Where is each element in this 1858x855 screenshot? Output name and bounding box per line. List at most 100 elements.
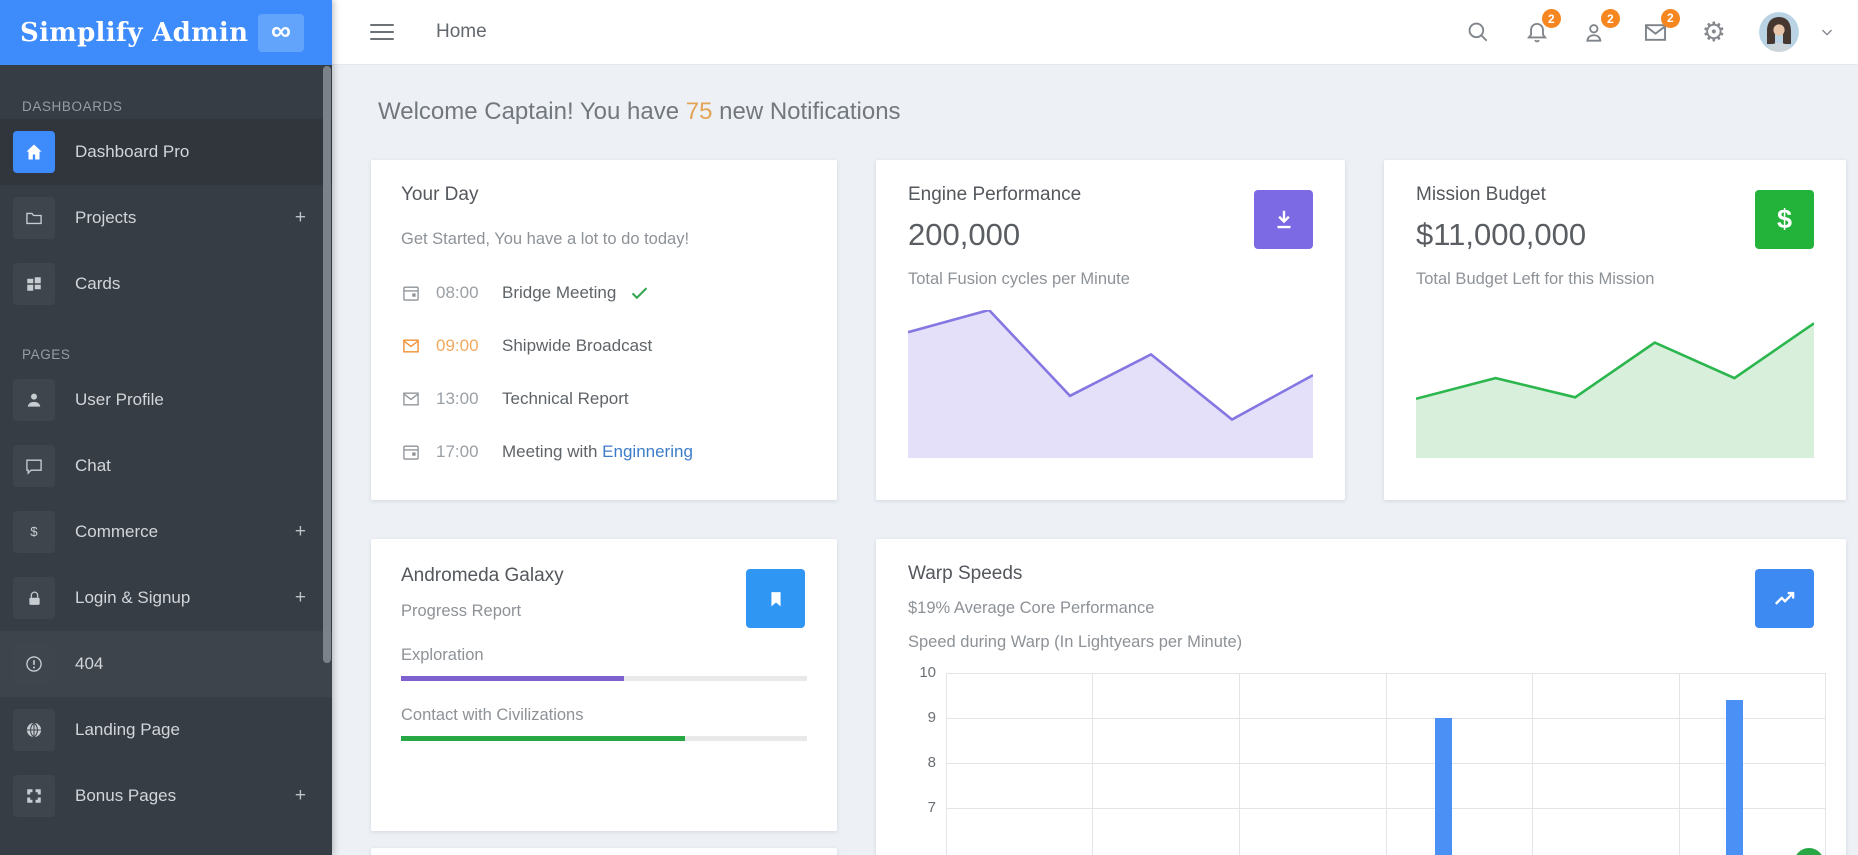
folder-icon bbox=[13, 197, 55, 239]
welcome-prefix: Welcome Captain! You have bbox=[378, 98, 686, 125]
card-title: Your Day bbox=[401, 184, 807, 206]
grid-icon bbox=[13, 263, 55, 305]
schedule-item[interactable]: 13:00 Technical Report bbox=[401, 372, 807, 425]
exploration-progress-bar bbox=[401, 676, 807, 681]
lock-icon bbox=[13, 577, 55, 619]
section-label-pages: PAGES bbox=[0, 343, 332, 367]
y-axis-tick: 9 bbox=[908, 709, 936, 726]
brand-bar: Simplify Admin ∞ bbox=[0, 0, 332, 65]
engine-performance-card: Engine Performance 200,000 Total Fusion … bbox=[876, 160, 1345, 500]
download-icon bbox=[1271, 207, 1297, 233]
user-requests-button[interactable]: 2 bbox=[1583, 19, 1609, 45]
welcome-heading: Welcome Captain! You have 75 new Notific… bbox=[378, 98, 1846, 126]
cards-row-2: Andromeda Galaxy Progress Report Explora… bbox=[371, 539, 1846, 855]
section-label-dashboards: DASHBOARDS bbox=[0, 95, 332, 119]
schedule-item[interactable]: 08:00 Bridge Meeting bbox=[401, 266, 807, 319]
bookmark-button[interactable] bbox=[746, 569, 805, 628]
chevron-down-icon bbox=[1818, 23, 1836, 41]
engineering-link[interactable]: Enginnering bbox=[602, 442, 693, 461]
card-subtitle: Total Budget Left for this Mission bbox=[1416, 270, 1814, 289]
user-badge: 2 bbox=[1601, 9, 1620, 28]
gridline bbox=[1092, 673, 1093, 855]
warp-speed-bar bbox=[1435, 718, 1452, 855]
hamburger-menu-icon[interactable] bbox=[370, 19, 394, 45]
sidebar-item-landing-page[interactable]: Landing Page bbox=[0, 697, 332, 763]
sidebar-toggle-button[interactable]: ∞ bbox=[258, 14, 304, 52]
card-subtitle: Get Started, You have a lot to do today! bbox=[401, 230, 807, 249]
mail-badge: 2 bbox=[1661, 9, 1680, 28]
mail-icon bbox=[401, 389, 421, 409]
sidebar-item-projects[interactable]: Projects + bbox=[0, 185, 332, 251]
bookmark-icon bbox=[765, 588, 787, 610]
notifications-button[interactable]: 2 bbox=[1524, 19, 1550, 45]
topbar: Home 2 2 bbox=[332, 0, 1858, 65]
admin-dashboard-app: Simplify Admin ∞ DASHBOARDS Dashboard Pr… bbox=[0, 0, 1858, 855]
gridline bbox=[1679, 673, 1680, 855]
trending-up-icon bbox=[1772, 586, 1798, 612]
gear-icon: ⚙ bbox=[1702, 19, 1726, 46]
mission-budget-sparkline bbox=[1416, 310, 1814, 458]
calendar-icon bbox=[401, 442, 421, 462]
engine-performance-sparkline bbox=[908, 310, 1313, 458]
your-day-card: Your Day Get Started, You have a lot to … bbox=[371, 160, 837, 500]
sidebar-item-dashboard-pro[interactable]: Dashboard Pro bbox=[0, 119, 332, 185]
page-title: Home bbox=[436, 21, 487, 43]
messages-button[interactable]: 2 bbox=[1642, 19, 1669, 46]
card-title: Warp Speeds bbox=[908, 563, 1825, 585]
sidebar-item-commerce[interactable]: $ Commerce + bbox=[0, 499, 332, 565]
globe-icon bbox=[13, 709, 55, 751]
progress-label: Exploration bbox=[401, 646, 807, 665]
gridline bbox=[1532, 673, 1533, 855]
budget-button[interactable]: $ bbox=[1755, 190, 1814, 249]
sidebar: Simplify Admin ∞ DASHBOARDS Dashboard Pr… bbox=[0, 0, 332, 855]
mission-budget-card: Mission Budget $11,000,000 Total Budget … bbox=[1384, 160, 1846, 500]
sidebar-item-chat[interactable]: Chat bbox=[0, 433, 332, 499]
card-title: Engine Performance bbox=[908, 184, 1313, 206]
gridline bbox=[1386, 673, 1387, 855]
gridline bbox=[946, 673, 947, 855]
search-icon bbox=[1465, 19, 1491, 45]
andromeda-galaxy-card: Andromeda Galaxy Progress Report Explora… bbox=[371, 539, 837, 831]
schedule-list: 08:00 Bridge Meeting 09:00 Shipwide B bbox=[401, 266, 807, 478]
error-icon bbox=[13, 643, 55, 685]
next-card-top-edge bbox=[371, 848, 837, 855]
sidebar-item-cards[interactable]: Cards bbox=[0, 251, 332, 317]
sidebar-scrollbar-thumb[interactable] bbox=[323, 66, 331, 663]
sidebar-item-404[interactable]: 404 bbox=[0, 631, 332, 697]
download-button[interactable] bbox=[1254, 190, 1313, 249]
warp-speed-bar bbox=[1726, 700, 1743, 855]
home-icon bbox=[13, 131, 55, 173]
avatar[interactable] bbox=[1759, 12, 1799, 52]
y-axis-tick: 7 bbox=[908, 799, 936, 816]
person-icon bbox=[13, 379, 55, 421]
trend-button[interactable] bbox=[1755, 569, 1814, 628]
cards-row-1: Your Day Get Started, You have a lot to … bbox=[371, 160, 1846, 500]
stat-value: 200,000 bbox=[908, 217, 1313, 253]
card-subtitle: Total Fusion cycles per Minute bbox=[908, 270, 1313, 289]
infinity-icon: ∞ bbox=[271, 17, 291, 45]
expand-icon bbox=[13, 775, 55, 817]
settings-button[interactable]: ⚙ bbox=[1702, 19, 1726, 46]
gridline bbox=[1239, 673, 1240, 855]
chart-caption: Speed during Warp (In Lightyears per Min… bbox=[908, 633, 1825, 652]
main-area: Home 2 2 bbox=[332, 0, 1858, 855]
schedule-item[interactable]: 09:00 Shipwide Broadcast bbox=[401, 319, 807, 372]
notification-count: 75 bbox=[686, 98, 713, 125]
warp-plot: 10987 bbox=[946, 673, 1825, 855]
brand-title: Simplify Admin bbox=[20, 18, 248, 48]
dollar-icon: $ bbox=[1777, 204, 1792, 235]
progress-label: Contact with Civilizations bbox=[401, 706, 807, 725]
profile-menu-button[interactable] bbox=[1818, 23, 1836, 41]
mail-icon bbox=[401, 336, 421, 356]
schedule-item[interactable]: 17:00 Meeting with Enginnering bbox=[401, 425, 807, 478]
search-button[interactable] bbox=[1465, 19, 1491, 45]
calendar-icon bbox=[401, 283, 421, 303]
notifications-badge: 2 bbox=[1542, 9, 1561, 28]
civilizations-progress-bar bbox=[401, 736, 807, 741]
warp-speeds-card: Warp Speeds $19% Average Core Performanc… bbox=[876, 539, 1846, 855]
avatar-image bbox=[1759, 12, 1799, 52]
sidebar-item-bonus-pages[interactable]: Bonus Pages + bbox=[0, 763, 332, 829]
sidebar-item-login-signup[interactable]: Login & Signup + bbox=[0, 565, 332, 631]
check-icon bbox=[629, 282, 650, 303]
sidebar-item-user-profile[interactable]: User Profile bbox=[0, 367, 332, 433]
